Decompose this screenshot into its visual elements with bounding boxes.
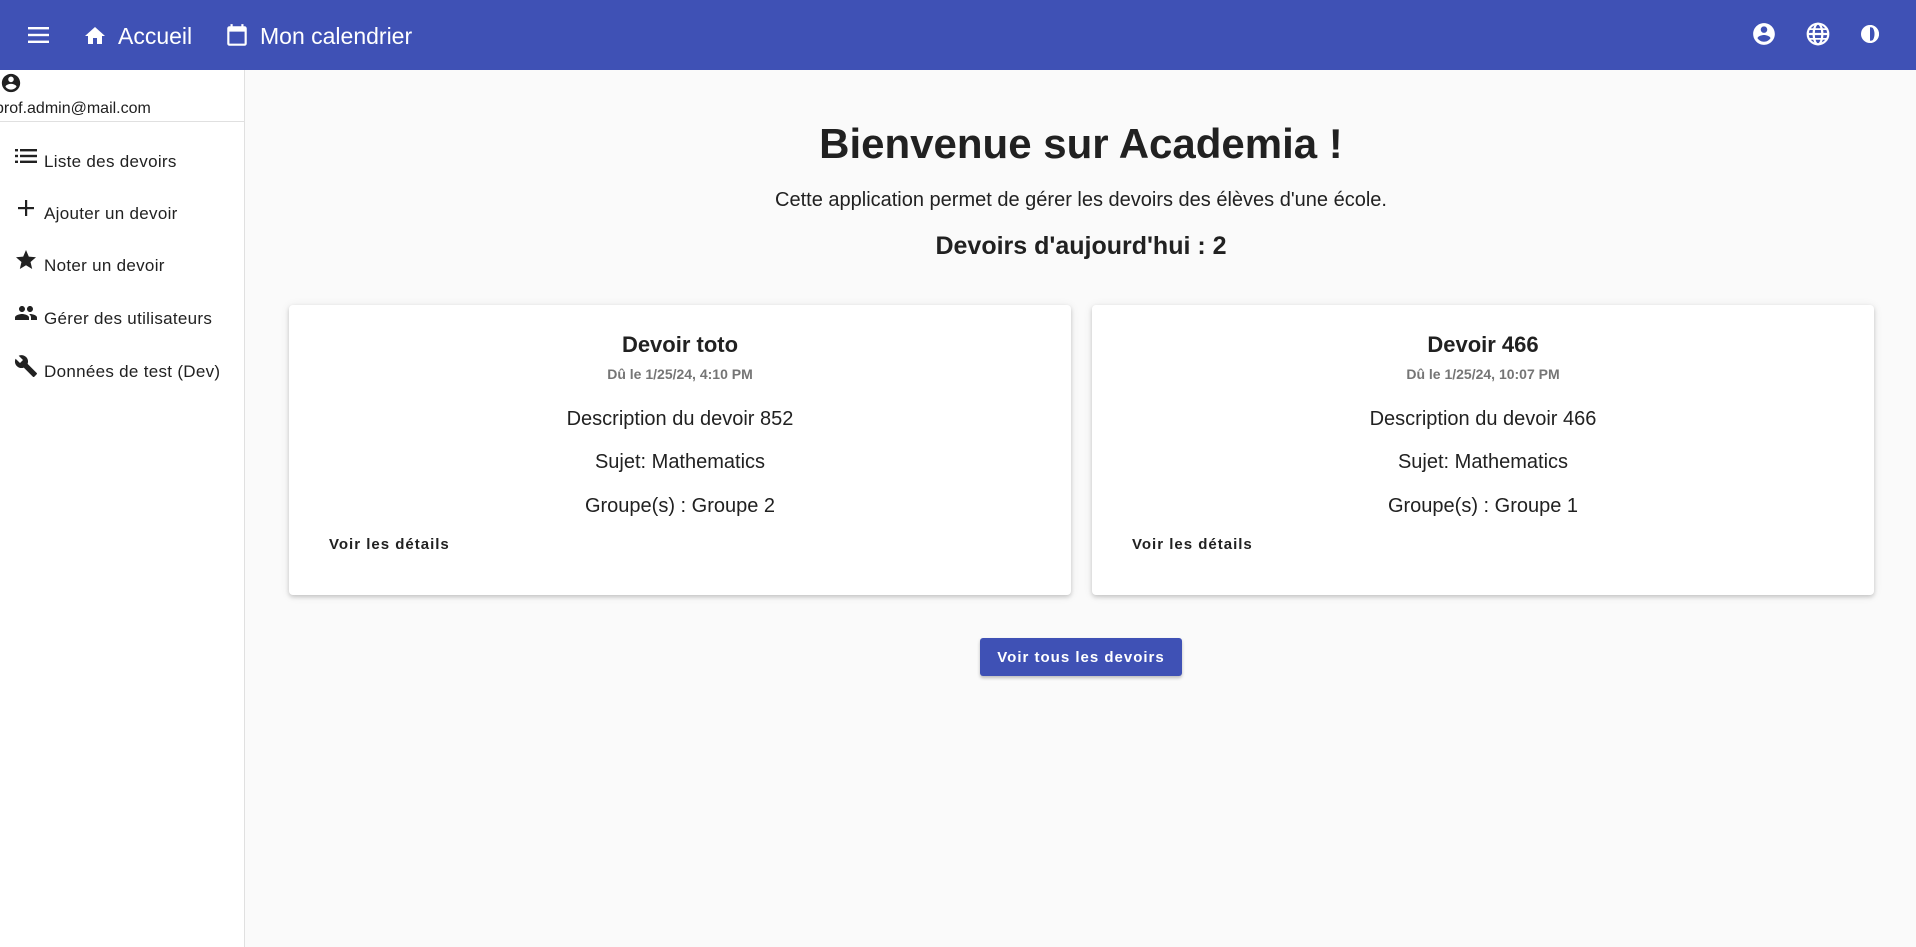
- top-right-actions: [1750, 20, 1886, 48]
- account-circle-icon: [0, 72, 22, 99]
- account-circle-icon[interactable]: [1750, 20, 1778, 48]
- sidebar-item-noter-devoir[interactable]: Noter un devoir: [0, 244, 245, 284]
- nav-calendar-label: Mon calendrier: [260, 22, 413, 49]
- card-groups: Groupe(s) : Groupe 2: [584, 495, 776, 517]
- today-heading: Devoirs d'aujourd'hui : 2: [935, 232, 1227, 260]
- nav-home-link[interactable]: Accueil: [82, 20, 192, 52]
- card-due-date: Dû le 1/25/24, 4:10 PM: [607, 366, 753, 382]
- assignment-card: Devoir toto Dû le 1/25/24, 4:10 PM Descr…: [289, 305, 1071, 595]
- star-icon: [14, 248, 38, 272]
- globe-icon[interactable]: [1804, 20, 1832, 48]
- view-details-button[interactable]: Voir les détails: [1132, 536, 1253, 553]
- card-title: Devoir 466: [1427, 332, 1539, 357]
- sidebar-item-label: Données de test (Dev): [44, 362, 221, 381]
- sidebar-item-label: Ajouter un devoir: [44, 204, 178, 223]
- top-app-bar: Accueil Mon calendrier: [0, 0, 1916, 70]
- home-icon: [82, 24, 108, 48]
- assignment-card: Devoir 466 Dû le 1/25/24, 10:07 PM Descr…: [1092, 305, 1874, 595]
- sidebar-profile: prof.admin@mail.com: [0, 70, 244, 122]
- wrench-icon: [14, 354, 38, 378]
- sidebar: prof.admin@mail.com Liste des devoirs Aj…: [0, 70, 245, 947]
- sidebar-item-label: Noter un devoir: [44, 256, 165, 275]
- dark-mode-icon[interactable]: [1858, 20, 1886, 48]
- card-title: Devoir toto: [621, 332, 739, 357]
- nav-home-label: Accueil: [118, 22, 193, 49]
- menu-icon[interactable]: [26, 23, 52, 47]
- card-subject: Sujet: Mathematics: [1397, 451, 1569, 473]
- view-details-button[interactable]: Voir les détails: [329, 536, 450, 553]
- plus-icon: [14, 196, 38, 220]
- card-subject: Sujet: Mathematics: [594, 451, 766, 473]
- user-email: prof.admin@mail.com: [0, 100, 151, 117]
- card-due-date: Dû le 1/25/24, 10:07 PM: [1406, 366, 1560, 382]
- sidebar-item-donnees-test[interactable]: Données de test (Dev): [0, 350, 245, 390]
- intro-text: Cette application permet de gérer les de…: [775, 189, 1387, 211]
- sidebar-item-label: Gérer des utilisateurs: [44, 309, 213, 328]
- sidebar-item-label: Liste des devoirs: [44, 152, 177, 171]
- sidebar-item-ajouter-devoir[interactable]: Ajouter un devoir: [0, 192, 245, 232]
- list-icon: [14, 144, 38, 168]
- main-content: Bienvenue sur Academia ! Cette applicati…: [246, 70, 1916, 947]
- nav-calendar-link[interactable]: Mon calendrier: [224, 20, 412, 52]
- page-title: Bienvenue sur Academia !: [819, 120, 1343, 167]
- view-all-assignments-button[interactable]: Voir tous les devoirs: [980, 638, 1182, 676]
- people-icon: [14, 301, 38, 325]
- card-groups: Groupe(s) : Groupe 1: [1387, 495, 1579, 517]
- calendar-icon: [224, 23, 250, 49]
- sidebar-item-gerer-utilisateurs[interactable]: Gérer des utilisateurs: [0, 297, 245, 337]
- sidebar-item-liste-devoirs[interactable]: Liste des devoirs: [0, 140, 245, 180]
- card-description: Description du devoir 852: [566, 408, 794, 430]
- card-description: Description du devoir 466: [1369, 408, 1597, 430]
